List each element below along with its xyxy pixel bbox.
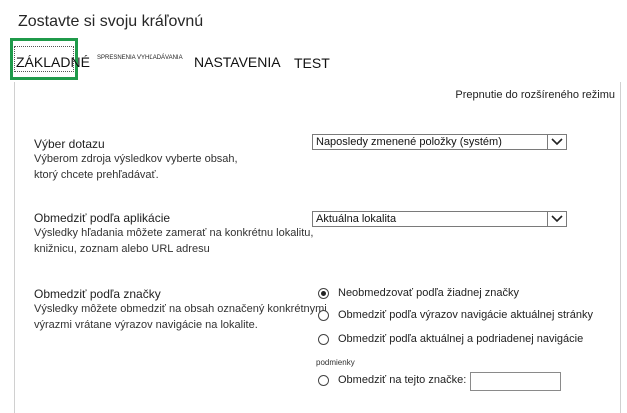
tag-option-current-page[interactable]: Obmedziť podľa výrazov navigácie aktuáln…: [318, 309, 593, 321]
tag-option-specific-label: Obmedziť na tejto značke:: [338, 374, 467, 386]
tag-input[interactable]: [470, 372, 561, 391]
query-select-value: Naposledy zmenené položky (systém): [316, 136, 502, 148]
panel-left-border: [14, 82, 15, 413]
query-section-desc-2: ktorý chcete prehľadávať.: [34, 169, 159, 181]
tab-settings[interactable]: NASTAVENIA: [194, 54, 281, 70]
page-title: Zostavte si svoju kráľovnú: [18, 13, 204, 30]
radio-icon[interactable]: [318, 333, 329, 345]
radio-icon[interactable]: [318, 309, 329, 321]
tag-option-current-child[interactable]: Obmedziť podľa aktuálnej a podriadenej n…: [318, 333, 583, 345]
app-section-desc-2: knižnicu, zoznam alebo URL adresu: [34, 243, 210, 255]
panel-right-border: [620, 82, 621, 413]
tag-section-desc-1: Výsledky môžete obmedziť na obsah označe…: [34, 303, 327, 315]
tag-option-specific[interactable]: Obmedziť na tejto značke:: [318, 374, 466, 386]
app-select-value: Aktuálna lokalita: [316, 213, 397, 225]
query-section-desc-1: Výberom zdroja výsledkov vyberte obsah,: [34, 153, 238, 165]
query-select[interactable]: Naposledy zmenené položky (systém): [312, 134, 567, 150]
tab-search-refinements[interactable]: SPRESNENIA VYHĽADÁVANIA: [97, 55, 183, 61]
chevron-down-icon[interactable]: [547, 135, 566, 149]
conditions-label: podmienky: [316, 358, 355, 367]
tag-option-current-page-label: Obmedziť podľa výrazov navigácie aktuáln…: [338, 309, 593, 321]
tab-basic[interactable]: ZÁKLADNÉ: [16, 54, 90, 70]
app-section-title: Obmedziť podľa aplikácie: [34, 211, 171, 225]
tab-test[interactable]: TEST: [294, 55, 330, 71]
radio-selected-icon[interactable]: [318, 287, 329, 299]
chevron-down-icon[interactable]: [547, 212, 566, 226]
app-select[interactable]: Aktuálna lokalita: [312, 211, 567, 227]
tag-option-none-label: Neobmedzovať podľa žiadnej značky: [338, 287, 519, 299]
query-section-title: Výber dotazu: [34, 137, 105, 151]
radio-icon[interactable]: [318, 374, 329, 386]
tag-section-desc-2: výrazmi vrátane výrazov navigácie na lok…: [34, 319, 258, 331]
advanced-mode-link[interactable]: Prepnutie do rozšíreného režimu: [455, 89, 615, 101]
tag-option-current-child-label: Obmedziť podľa aktuálnej a podriadenej n…: [338, 333, 584, 345]
app-section-desc-1: Výsledky hľadania môžete zamerať na konk…: [34, 227, 314, 239]
tag-section-title: Obmedziť podľa značky: [34, 287, 161, 301]
tag-option-none[interactable]: Neobmedzovať podľa žiadnej značky: [318, 287, 519, 299]
